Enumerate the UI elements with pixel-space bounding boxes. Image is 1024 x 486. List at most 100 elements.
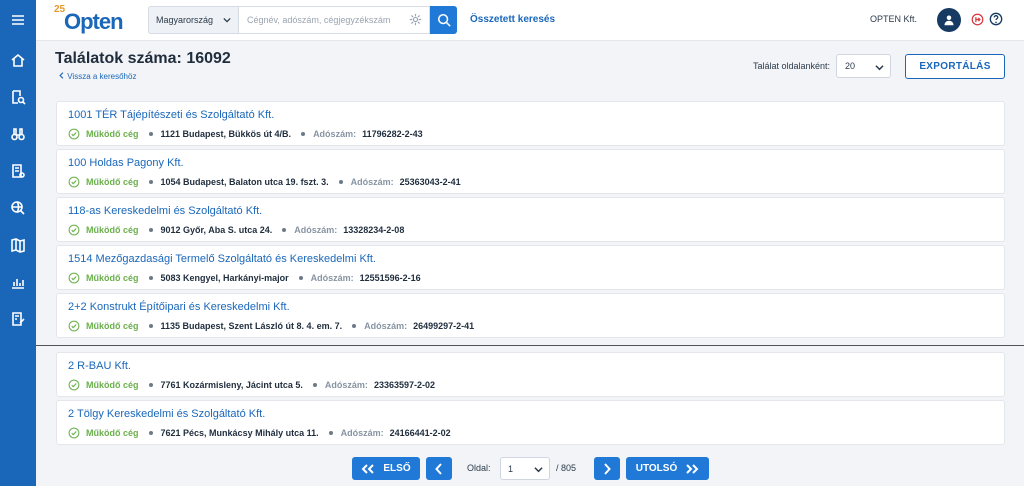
per-page-value: 20: [845, 61, 856, 71]
document-search-icon[interactable]: [0, 82, 36, 112]
tax-number: 24166441-2-02: [389, 427, 451, 438]
next-page-button[interactable]: [594, 457, 620, 480]
separator-dot: [312, 382, 317, 387]
result-meta: Működő cég 9012 Győr, Aba S. utca 24. Ad…: [68, 223, 404, 236]
status-badge: Működő cég: [86, 224, 139, 235]
company-address: 1135 Budapest, Szent László út 8. 4. em.…: [160, 320, 343, 331]
chevron-down-icon: [875, 65, 884, 71]
export-button[interactable]: EXPORTÁLÁS: [905, 54, 1005, 79]
separator-dot: [338, 179, 343, 184]
result-card: 2+2 Konstrukt Építőipari és Kereskedelmi…: [56, 293, 1005, 338]
status-badge: Működő cég: [86, 427, 139, 438]
separator-dot: [148, 382, 153, 387]
home-icon[interactable]: [0, 45, 36, 75]
tax-label: Adószám:: [364, 320, 408, 331]
company-name-link[interactable]: 118-as Kereskedelmi és Szolgáltató Kft.: [68, 205, 262, 217]
search-button[interactable]: [430, 6, 457, 34]
check-circle-icon: [68, 128, 80, 139]
result-meta: Működő cég 1054 Budapest, Balaton utca 1…: [68, 175, 461, 188]
page-select[interactable]: 1: [500, 457, 550, 480]
company-name-link[interactable]: 1001 TÉR Tájépítészeti és Szolgáltató Kf…: [68, 109, 274, 121]
company-name-link[interactable]: 100 Holdas Pagony Kft.: [68, 157, 184, 169]
globe-search-icon[interactable]: [0, 193, 36, 223]
logout-icon[interactable]: [971, 13, 984, 26]
menu-icon[interactable]: [0, 5, 36, 35]
tax-number: 13328234-2-08: [343, 224, 405, 235]
status-badge: Működő cég: [86, 320, 139, 331]
tax-label: Adószám:: [340, 427, 384, 438]
document-list-icon[interactable]: [0, 156, 36, 186]
page-value: 1: [508, 463, 514, 474]
chart-icon[interactable]: [0, 267, 36, 297]
result-card: 100 Holdas Pagony Kft. Működő cég 1054 B…: [56, 149, 1005, 194]
double-chevron-right-icon: [686, 463, 699, 474]
help-icon[interactable]: [989, 12, 1003, 26]
page-label: Oldal:: [467, 463, 491, 473]
separator-dot: [282, 227, 287, 232]
chevron-right-icon: [604, 462, 611, 475]
logo-text: Opten: [64, 9, 124, 34]
opten-logo[interactable]: 25 Opten: [54, 4, 134, 36]
tax-number: 11796282-2-43: [362, 128, 423, 139]
user-icon: [944, 15, 954, 26]
search-input[interactable]: [239, 6, 430, 34]
first-page-label: ELSŐ: [383, 463, 411, 474]
document-edit-icon[interactable]: [0, 304, 36, 334]
user-avatar[interactable]: [937, 8, 961, 32]
top-header: 25 Opten Magyarország Összetett keresés …: [36, 0, 1024, 41]
country-select[interactable]: Magyarország: [148, 6, 239, 34]
tax-number: 25363043-2-41: [399, 176, 461, 187]
tax-label: Adószám:: [313, 128, 357, 139]
divider: [36, 345, 1024, 346]
chevron-down-icon: [223, 17, 231, 23]
tax-label: Adószám:: [350, 176, 394, 187]
check-circle-icon: [68, 379, 80, 390]
result-meta: Működő cég 1135 Budapest, Szent László ú…: [68, 319, 474, 332]
double-chevron-left-icon: [361, 463, 375, 474]
separator-dot: [298, 275, 303, 280]
tax-number: 12551596-2-16: [359, 272, 421, 283]
status-badge: Működő cég: [86, 176, 139, 187]
separator-dot: [328, 430, 333, 435]
company-name-link[interactable]: 2 Tölgy Kereskedelmi és Szolgáltató Kft.: [68, 408, 265, 420]
status-badge: Működő cég: [86, 272, 139, 283]
company-address: 7621 Pécs, Munkácsy Mihály utca 11.: [160, 427, 319, 438]
first-page-button[interactable]: ELSŐ: [352, 457, 420, 480]
chevron-left-icon: [59, 72, 64, 79]
per-page-label: Találat oldalanként:: [753, 61, 831, 71]
company-name[interactable]: OPTEN Kft.: [870, 14, 917, 24]
check-circle-icon: [68, 427, 80, 438]
company-name-link[interactable]: 2 R-BAU Kft.: [68, 360, 131, 372]
last-page-button[interactable]: UTOLSÓ: [626, 457, 709, 480]
result-meta: Működő cég 5083 Kengyel, Harkányi-major …: [68, 271, 421, 284]
status-badge: Működő cég: [86, 128, 139, 139]
tax-label: Adószám:: [324, 379, 368, 390]
binoculars-icon[interactable]: [0, 119, 36, 149]
separator-dot: [148, 430, 153, 435]
page-title: Találatok száma: 16092: [55, 50, 231, 67]
separator-dot: [352, 323, 357, 328]
check-circle-icon: [68, 176, 80, 187]
search-icon: [437, 13, 451, 27]
company-address: 1054 Budapest, Balaton utca 19. fszt. 3.: [160, 176, 329, 187]
back-to-search-link[interactable]: Vissza a keresőhöz: [58, 72, 136, 81]
separator-dot: [148, 323, 153, 328]
gear-icon[interactable]: [409, 13, 422, 26]
country-value: Magyarország: [156, 15, 214, 25]
company-address: 1121 Budapest, Bükkös út 4/B.: [160, 128, 292, 139]
per-page-select[interactable]: 20: [836, 54, 891, 78]
company-address: 7761 Kozármisleny, Jácint utca 5.: [160, 379, 303, 390]
back-link-label: Vissza a keresőhöz: [67, 72, 137, 81]
tax-number: 23363597-2-02: [373, 379, 435, 390]
company-name-link[interactable]: 1514 Mezőgazdasági Termelő Szolgáltató é…: [68, 253, 376, 265]
chevron-down-icon: [534, 467, 543, 473]
sidebar: [0, 0, 36, 486]
separator-dot: [148, 275, 153, 280]
prev-page-button[interactable]: [426, 457, 452, 480]
company-address: 5083 Kengyel, Harkányi-major: [160, 272, 289, 283]
advanced-search-link[interactable]: Összetett keresés: [470, 14, 555, 25]
map-icon[interactable]: [0, 230, 36, 260]
company-name-link[interactable]: 2+2 Konstrukt Építőipari és Kereskedelmi…: [68, 301, 290, 313]
chevron-left-icon: [435, 462, 442, 475]
result-card: 118-as Kereskedelmi és Szolgáltató Kft. …: [56, 197, 1005, 242]
